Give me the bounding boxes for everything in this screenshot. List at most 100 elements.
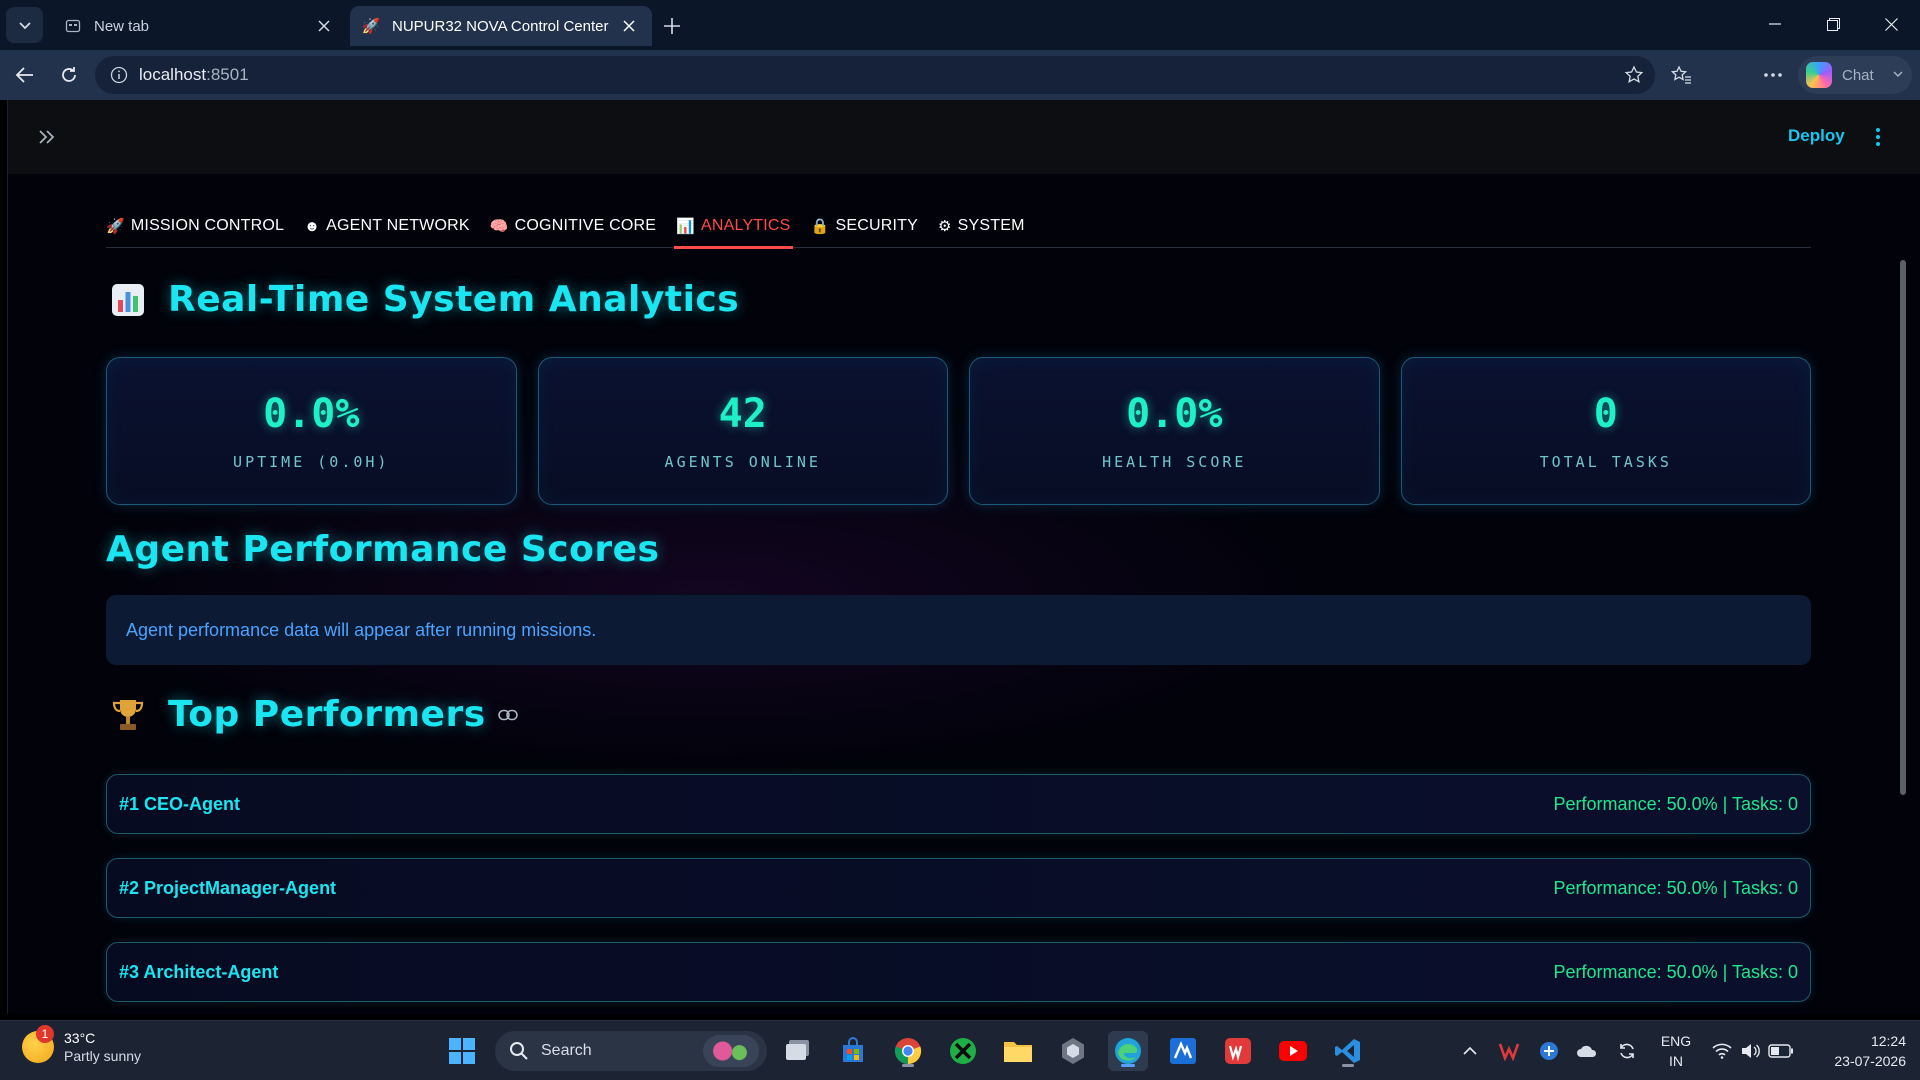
tab-analytics[interactable]: 📊 ANALYTICS	[674, 204, 793, 249]
taskbar-clock[interactable]: 12:24 23-07-2026	[1806, 1031, 1906, 1071]
metric-card-uptime: 0.0% UPTIME (0.0H)	[106, 357, 517, 505]
close-icon	[1884, 17, 1898, 31]
minimize-window-button[interactable]	[1752, 6, 1798, 42]
browser-tab-bar: New tab 🚀 NUPUR32 NOVA Control Center	[0, 0, 1920, 50]
browser-tab-new-tab[interactable]: New tab	[52, 6, 347, 46]
list-item: #3 Architect-Agent Performance: 50.0% | …	[106, 942, 1811, 1002]
gear-icon: ⚙	[937, 218, 952, 235]
xbox-button[interactable]	[943, 1031, 983, 1071]
wifi-icon	[1712, 1043, 1732, 1059]
section-tabs: 🚀 MISSION CONTROL ☻ AGENT NETWORK 🧠 COGN…	[106, 204, 1811, 249]
page-scrollbar[interactable]	[1900, 260, 1906, 795]
deploy-button[interactable]: Deploy	[1788, 126, 1845, 146]
region-code: IN	[1669, 1053, 1683, 1069]
restore-window-button[interactable]	[1810, 6, 1856, 42]
chrome-icon	[894, 1038, 922, 1065]
arrow-left-icon	[15, 67, 33, 83]
store-icon	[843, 1037, 863, 1062]
chevron-down-icon	[18, 22, 31, 30]
bar-chart-icon	[108, 280, 148, 320]
trophy-icon	[108, 695, 148, 735]
microsoft-store-button[interactable]	[833, 1031, 873, 1071]
favorite-star-icon[interactable]	[1619, 60, 1649, 90]
app-button[interactable]	[1053, 1031, 1093, 1071]
expand-sidebar-button[interactable]	[32, 122, 62, 152]
wps-office-button[interactable]	[1218, 1031, 1258, 1071]
top-performers-heading: Top Performers	[108, 694, 518, 735]
sync-icon[interactable]	[1612, 1031, 1642, 1071]
battery-icon	[1768, 1044, 1793, 1058]
copilot-icon	[1806, 62, 1832, 88]
tab-agent-network[interactable]: ☻ AGENT NETWORK	[304, 204, 470, 248]
show-hidden-icons-button[interactable]	[1456, 1031, 1484, 1071]
hexagon-app-icon	[1062, 1038, 1084, 1064]
taskbar-search[interactable]: Search	[495, 1031, 767, 1071]
wps-icon	[1225, 1038, 1251, 1064]
plus-circle-icon	[1540, 1042, 1558, 1060]
close-tab-icon[interactable]	[618, 15, 640, 37]
metric-label: UPTIME (0.0H)	[233, 453, 390, 471]
tab-system[interactable]: ⚙ SYSTEM	[938, 204, 1025, 248]
tab-label: COGNITIVE CORE	[514, 217, 657, 234]
cloud-sync-icon[interactable]	[1572, 1031, 1602, 1071]
close-tab-icon[interactable]	[313, 15, 335, 37]
edge-button[interactable]	[1108, 1031, 1148, 1071]
vscode-button[interactable]	[1328, 1031, 1368, 1071]
file-explorer-button[interactable]	[998, 1031, 1038, 1071]
main-content: 🚀 MISSION CONTROL ☻ AGENT NETWORK 🧠 COGN…	[8, 174, 1920, 1014]
performer-name: #2 ProjectManager-Agent	[119, 877, 337, 898]
robot-icon: ☻	[304, 217, 321, 235]
tab-security[interactable]: 🔒 SECURITY	[811, 204, 918, 248]
copilot-chat-button[interactable]: Chat	[1798, 56, 1912, 94]
metric-label: TOTAL TASKS	[1539, 453, 1672, 471]
main-menu-button[interactable]	[1866, 122, 1890, 152]
site-info-icon[interactable]	[99, 66, 139, 84]
dot	[1876, 142, 1880, 146]
performer-stats: Performance: 50.0% | Tasks: 0	[1553, 961, 1798, 982]
start-button[interactable]	[442, 1031, 482, 1071]
lock-icon: 🔒	[810, 218, 830, 235]
link-icon[interactable]	[497, 709, 518, 721]
windows-taskbar: 1 33°C Partly sunny Search ENG IN 12:24 …	[0, 1020, 1920, 1080]
metric-value: 0.0%	[263, 391, 360, 437]
notification-badge: 1	[36, 1025, 54, 1043]
quick-settings-button[interactable]	[1708, 1031, 1798, 1071]
favorites-button[interactable]	[1664, 58, 1698, 92]
settings-more-button[interactable]	[1756, 58, 1790, 92]
back-button[interactable]	[8, 58, 42, 92]
new-tab-button[interactable]	[656, 10, 688, 42]
metric-card-total-tasks: 0 TOTAL TASKS	[1400, 357, 1811, 505]
performance-info-alert: Agent performance data will appear after…	[106, 595, 1811, 665]
performer-stats: Performance: 50.0% | Tasks: 0	[1553, 793, 1798, 814]
partly-sunny-icon: 1	[22, 1025, 54, 1063]
browser-tab-nova-control-center[interactable]: 🚀 NUPUR32 NOVA Control Center	[350, 6, 652, 46]
streamlit-app: Deploy 🚀 MISSION CONTROL ☻ AGENT NETWORK…	[7, 100, 1920, 1014]
youtube-icon	[1279, 1041, 1307, 1061]
youtube-button[interactable]	[1273, 1031, 1313, 1071]
list-item: #2 ProjectManager-Agent Performance: 50.…	[106, 858, 1811, 918]
chrome-button[interactable]	[888, 1031, 928, 1071]
plus-icon	[664, 18, 680, 34]
task-view-button[interactable]	[778, 1031, 818, 1071]
tray-app-icon[interactable]	[1494, 1031, 1524, 1071]
tab-list-chevron-button[interactable]	[6, 7, 43, 43]
analytics-heading: Real-Time System Analytics	[108, 279, 739, 320]
metric-value: 0	[1593, 391, 1618, 437]
reload-button[interactable]	[52, 58, 86, 92]
weather-temperature: 33°C	[64, 1030, 96, 1046]
tab-mission-control[interactable]: 🚀 MISSION CONTROL	[106, 204, 284, 248]
metric-value: 42	[718, 391, 767, 437]
minimize-icon	[1769, 23, 1781, 25]
performer-stats: Performance: 50.0% | Tasks: 0	[1553, 877, 1798, 898]
address-bar[interactable]: localhost:8501	[95, 56, 1655, 94]
vscode-icon	[1335, 1039, 1360, 1063]
input-language-indicator[interactable]: ENG IN	[1658, 1031, 1694, 1071]
folder-icon	[1004, 1042, 1032, 1062]
tray-app-icon[interactable]	[1534, 1031, 1564, 1071]
close-window-button[interactable]	[1868, 6, 1914, 42]
running-indicator	[902, 1064, 914, 1067]
weather-widget[interactable]: 1 33°C Partly sunny	[22, 1025, 141, 1065]
app-button[interactable]	[1163, 1031, 1203, 1071]
tab-cognitive-core[interactable]: 🧠 COGNITIVE CORE	[490, 204, 656, 248]
language-code: ENG	[1660, 1033, 1692, 1049]
